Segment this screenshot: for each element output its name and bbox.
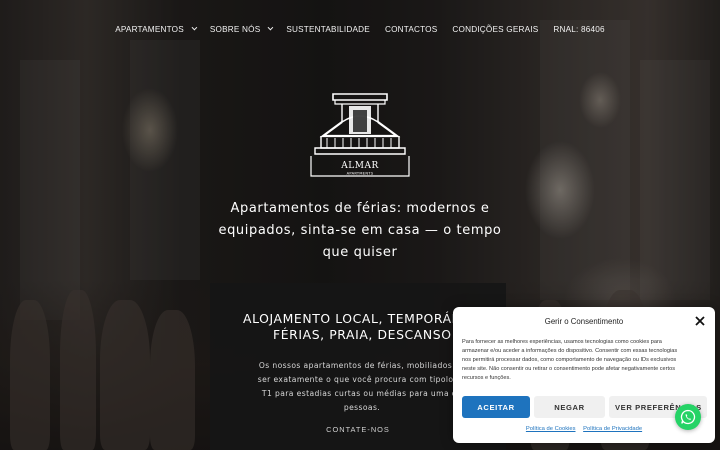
accept-button[interactable]: ACEITAR [462, 396, 530, 418]
nav-item-label: SUSTENTABILIDADE [286, 24, 370, 34]
card-text-line: Os nossos apartamentos de férias, mobili… [258, 361, 466, 370]
consent-text-line: nos permitirá processar dados, como comp… [462, 357, 677, 364]
card-text-line: ser exatamente o que você procura com ti… [257, 375, 467, 384]
consent-title: Gerir o Consentimento [544, 317, 624, 326]
close-icon[interactable] [695, 316, 705, 326]
nav-item-label: RNAL: 86406 [553, 24, 605, 34]
consent-text-line: neste site. Não consentir ou retirar o c… [462, 366, 675, 373]
logo-subtext: APARTMENTS [347, 172, 374, 176]
consent-text-line: recursos e funções. [462, 375, 511, 382]
nav-item-apartamentos[interactable]: APARTAMENTOS [115, 24, 198, 34]
tagline-line: Apartamentos de férias: modernos e [230, 201, 490, 216]
nav-item-condicoes-gerais[interactable]: CONDIÇÕES GERAIS [452, 25, 538, 34]
nav-item-contactos[interactable]: CONTACTOS [385, 25, 437, 34]
consent-links: Política de Cookies Política de Privacid… [453, 426, 715, 432]
nav-item-sobre-nos[interactable]: SOBRE NÓS [209, 24, 274, 34]
nav-item-label: CONDIÇÕES GERAIS [452, 24, 539, 34]
consent-text: Para fornecer as melhores experiências, … [462, 338, 710, 383]
card-text-line: pessoas. [343, 403, 381, 412]
whatsapp-icon [680, 409, 696, 425]
cookie-policy-link[interactable]: Política de Cookies [526, 426, 576, 432]
card-text-line: T1 para estadias curtas ou médias para u… [261, 389, 463, 398]
tagline-line: que quiser [322, 245, 398, 260]
chevron-down-icon [191, 24, 198, 31]
nav-item-label: APARTAMENTOS [115, 24, 184, 34]
nav-item-label: CONTACTOS [384, 24, 438, 34]
logo-text: ALMAR [340, 161, 378, 171]
nav-item-sustentabilidade[interactable]: SUSTENTABILIDADE [286, 25, 370, 34]
nav-item-label: SOBRE NÓS [209, 24, 261, 34]
deny-button[interactable]: NEGAR [534, 396, 605, 418]
chevron-down-icon [267, 24, 274, 31]
card-body-text: Os nossos apartamentos de férias, mobili… [242, 359, 482, 415]
whatsapp-button[interactable] [675, 404, 701, 430]
hero-tagline: Apartamentos de férias: modernos e equip… [215, 198, 505, 264]
tagline-line: equipados, sinta-se em casa — o tempo [218, 223, 502, 238]
consent-text-line: armazenar e/ou aceder a informações do d… [462, 348, 678, 355]
nav-item-rnal[interactable]: RNAL: 86406 [553, 25, 604, 34]
main-nav: APARTAMENTOS SOBRE NÓS SUSTENTABILIDADE … [0, 0, 720, 58]
almar-apartments-logo[interactable]: ALMAR APARTMENTS [309, 92, 411, 178]
privacy-policy-link[interactable]: Política de Privacidade [583, 426, 642, 432]
consent-text-line: Para fornecer as melhores experiências, … [462, 339, 662, 345]
